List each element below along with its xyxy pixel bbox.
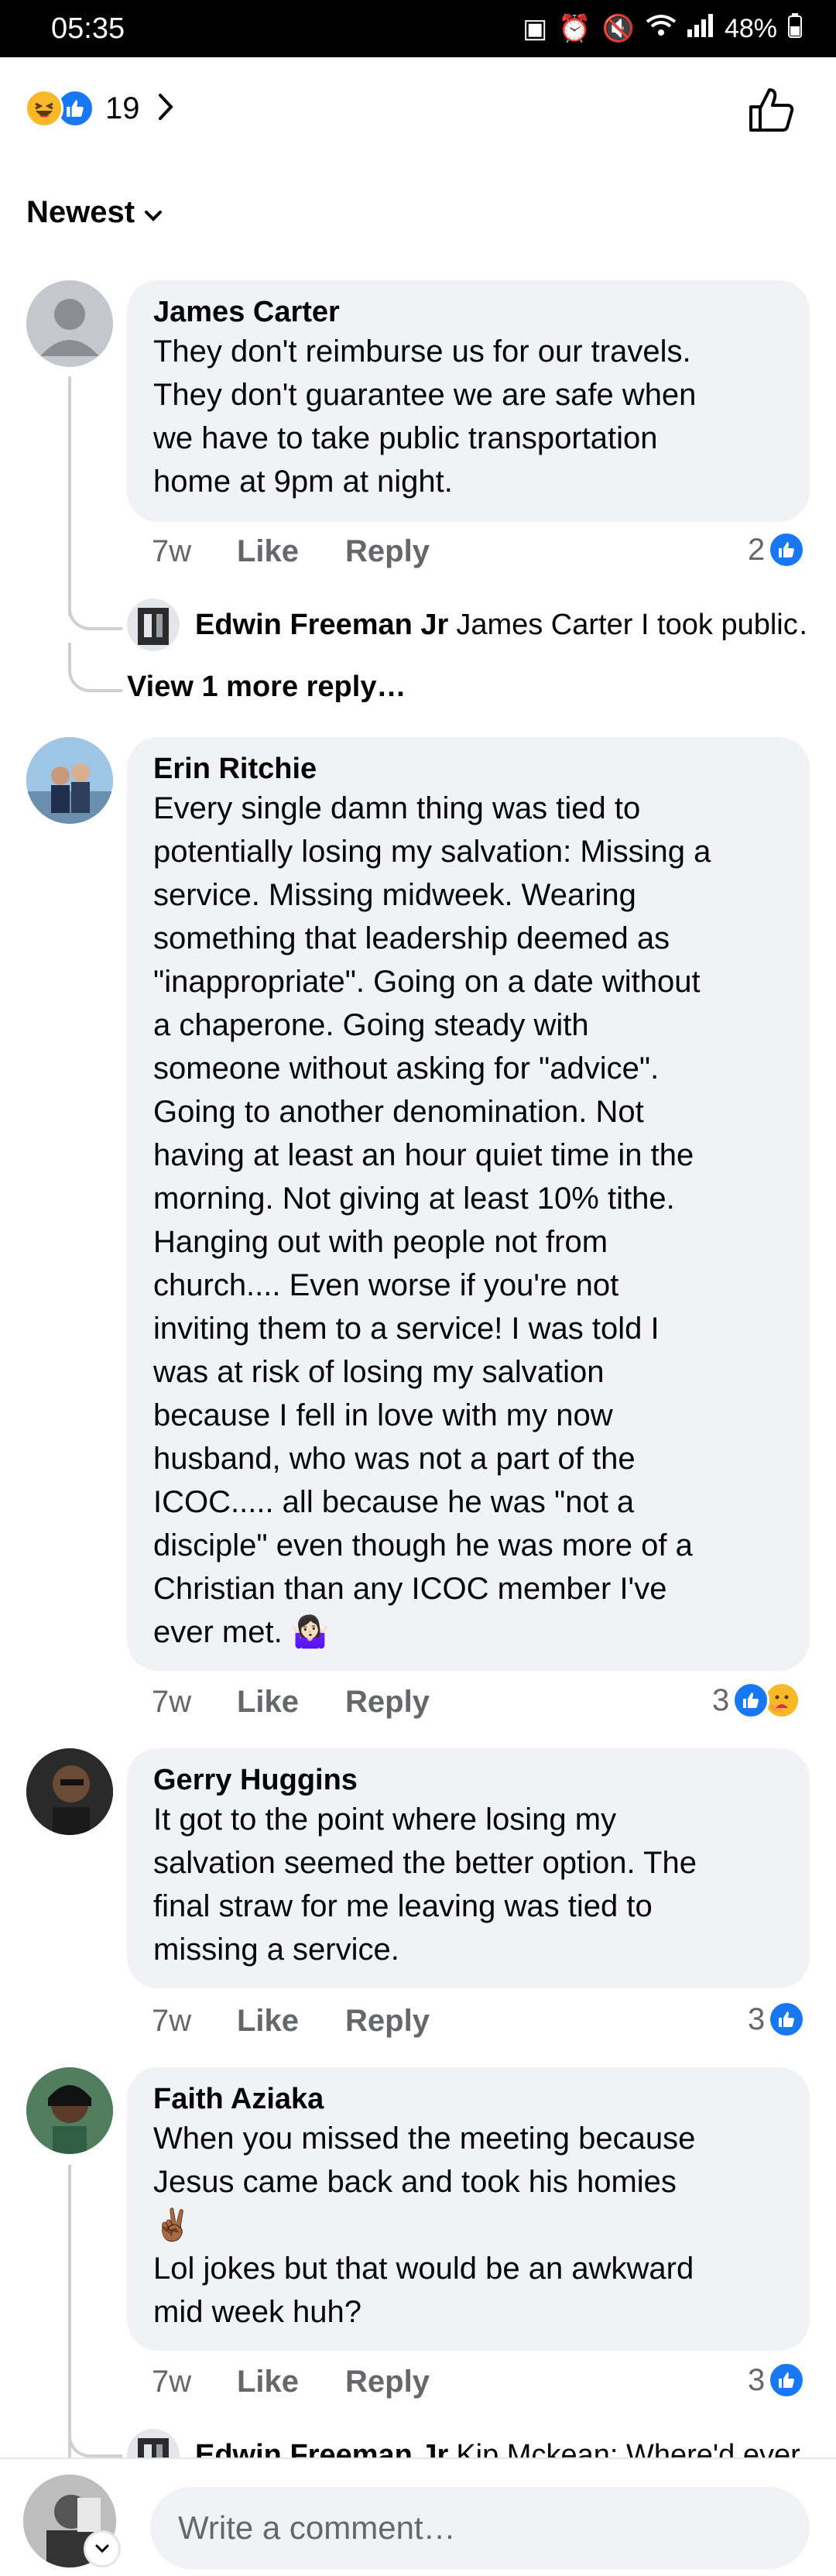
sort-label: Newest xyxy=(26,195,135,229)
comment-text: They don't reimburse us for our travels.… xyxy=(153,334,697,499)
comment-reactions[interactable]: 3 xyxy=(748,2001,806,2038)
like-button[interactable]: Like xyxy=(237,2365,299,2399)
signal-icon xyxy=(687,13,714,44)
comment-time[interactable]: 7w xyxy=(152,534,237,569)
chevron-down-icon xyxy=(144,195,163,230)
thread-line xyxy=(68,376,71,616)
comment-bubble: Gerry Huggins It got to the point where … xyxy=(127,1748,810,1988)
reply-button[interactable]: Reply xyxy=(345,534,430,569)
reaction-count: 3 xyxy=(748,2362,766,2397)
status-icons: ▣ ⏰ 🔇 48% xyxy=(522,12,802,45)
thread-connector xyxy=(68,2431,122,2458)
comment-time[interactable]: 7w xyxy=(152,2004,237,2039)
reply-preview[interactable]: Edwin Freeman Jr James Carter I took pub… xyxy=(127,598,810,652)
comment-text: When you missed the meeting because Jesu… xyxy=(153,2122,696,2329)
avatar[interactable] xyxy=(26,2067,113,2154)
sort-dropdown[interactable]: Newest xyxy=(26,195,163,230)
comment-meta: 7w Like Reply xyxy=(152,2004,476,2039)
reply-button[interactable]: Reply xyxy=(345,1685,430,1720)
avatar[interactable] xyxy=(26,1748,113,1835)
avatar[interactable] xyxy=(26,280,113,367)
thread-line xyxy=(68,2165,71,2475)
comment-author[interactable]: Faith Aziaka xyxy=(153,2081,783,2117)
comment-text: It got to the point where losing my salv… xyxy=(153,1803,697,1967)
mute-icon: 🔇 xyxy=(601,14,635,43)
like-icon xyxy=(768,2001,806,2038)
battery-icon xyxy=(788,12,802,45)
sheet-top xyxy=(0,57,836,88)
comment-input[interactable]: Write a comment… xyxy=(150,2487,810,2569)
like-icon xyxy=(732,1682,770,1719)
comment-time[interactable]: 7w xyxy=(152,1685,237,1720)
like-icon xyxy=(768,2362,806,2399)
battery-saver-icon: ▣ xyxy=(522,14,548,43)
avatar xyxy=(127,599,180,651)
like-button[interactable]: Like xyxy=(237,2004,299,2039)
comment-meta: 7w Like Reply xyxy=(152,1685,476,1720)
comment-text: Every single damn thing was tied to pote… xyxy=(153,791,711,1649)
comment-bubble: James Carter They don't reimburse us for… xyxy=(127,280,810,522)
haha-icon xyxy=(25,89,63,128)
comment-reactions[interactable]: 3 xyxy=(748,2362,806,2399)
reply-button[interactable]: Reply xyxy=(345,2004,430,2039)
reply-button[interactable]: Reply xyxy=(345,2365,430,2399)
thumbs-up-icon[interactable] xyxy=(746,85,796,135)
alarm-icon: ⏰ xyxy=(558,14,591,43)
thread-connector xyxy=(68,588,122,630)
reaction-count: 19 xyxy=(105,91,140,125)
comment-author[interactable]: James Carter xyxy=(153,294,783,330)
comment-composer-bar: Write a comment… xyxy=(0,2458,836,2576)
reaction-count: 2 xyxy=(748,532,766,567)
comment-reactions[interactable]: 3 xyxy=(712,1682,801,1719)
status-bar: 05:35 ▣ ⏰ 🔇 48% xyxy=(0,0,836,57)
chevron-down-icon[interactable] xyxy=(84,2530,121,2567)
comment-bubble: Faith Aziaka When you missed the meeting… xyxy=(127,2067,810,2351)
like-button[interactable]: Like xyxy=(237,1685,299,1720)
reaction-count: 3 xyxy=(712,1682,730,1717)
reactions-summary[interactable]: 19 xyxy=(25,87,174,130)
reply-author: Edwin Freeman Jr xyxy=(195,608,449,641)
reply-text: James Carter I took public… xyxy=(456,608,810,641)
battery-percent: 48% xyxy=(724,13,777,43)
chevron-right-icon xyxy=(157,92,174,125)
comment-meta: 7w Like Reply xyxy=(152,534,476,569)
wifi-icon xyxy=(646,14,677,44)
comment-reactions[interactable]: 2 xyxy=(748,531,806,568)
status-time: 05:35 xyxy=(51,12,125,45)
comment-meta: 7w Like Reply xyxy=(152,2365,476,2399)
comment-author[interactable]: Gerry Huggins xyxy=(153,1762,783,1798)
view-more-replies[interactable]: View 1 more reply… xyxy=(127,671,406,704)
comment-author[interactable]: Erin Ritchie xyxy=(153,751,783,787)
like-button[interactable]: Like xyxy=(237,534,299,569)
reaction-count: 3 xyxy=(748,2001,766,2036)
comment-time[interactable]: 7w xyxy=(152,2365,237,2399)
comment-bubble: Erin Ritchie Every single damn thing was… xyxy=(127,737,810,1671)
thread-connector xyxy=(68,643,122,692)
like-icon xyxy=(768,531,806,568)
avatar[interactable] xyxy=(26,737,113,824)
comment-input-placeholder: Write a comment… xyxy=(178,2509,456,2546)
